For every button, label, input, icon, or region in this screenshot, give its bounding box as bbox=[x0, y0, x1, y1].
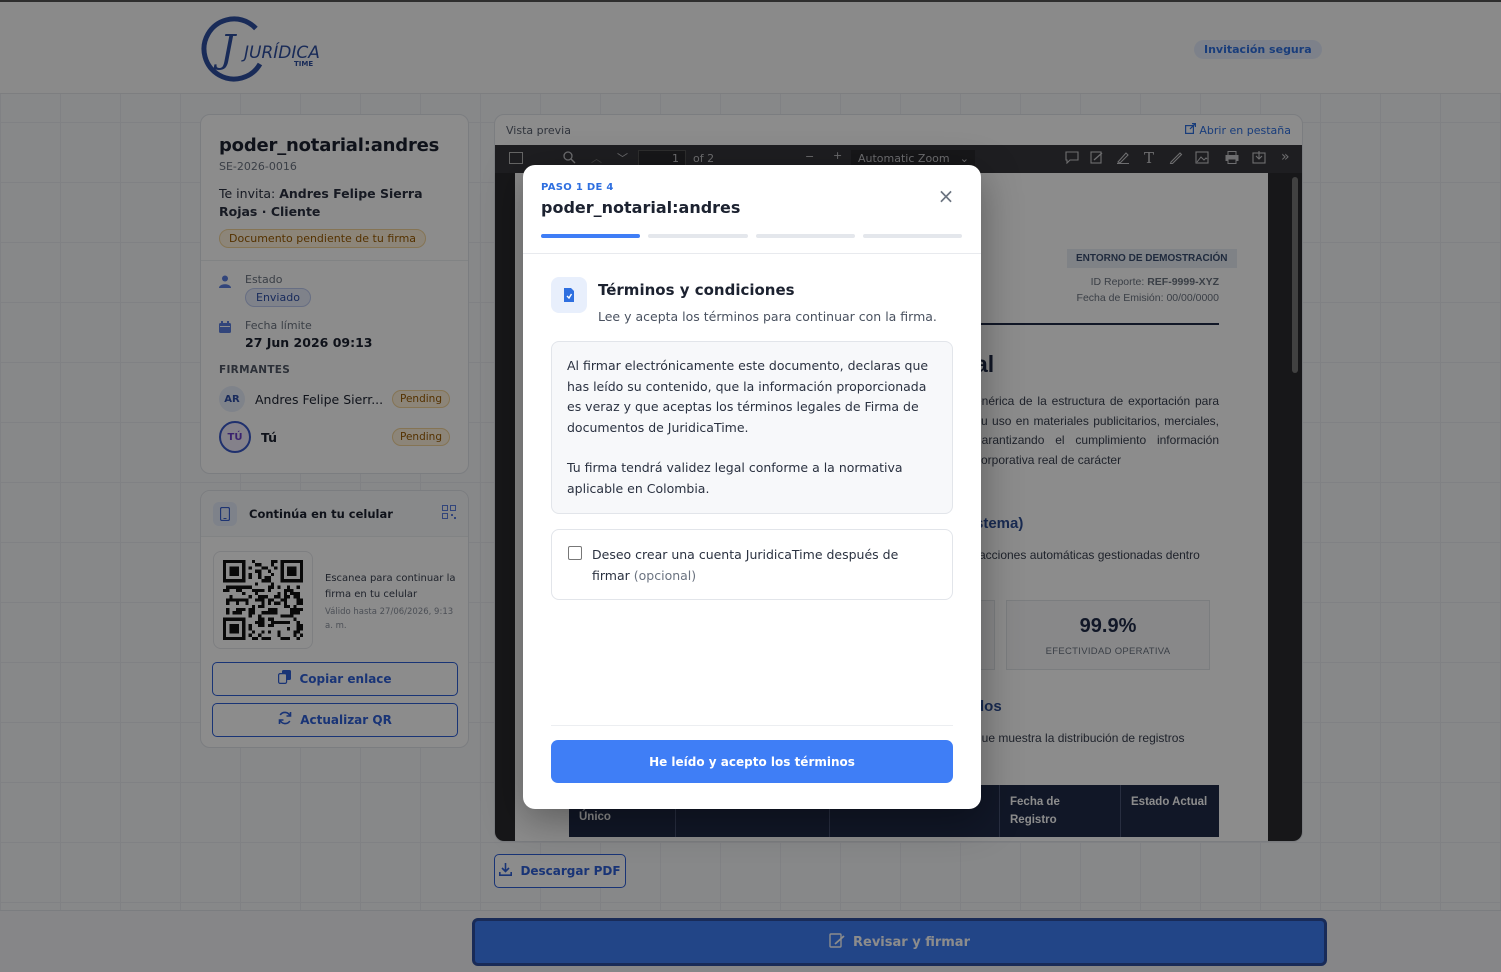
terms-text-box: Al firmar electrónicamente este document… bbox=[551, 341, 953, 514]
close-icon[interactable]: × bbox=[935, 185, 957, 207]
create-account-option[interactable]: Deseo crear una cuenta JuridicaTime desp… bbox=[551, 529, 953, 600]
modal-title: poder_notarial:andres bbox=[541, 198, 741, 217]
terms-title: Términos y condiciones bbox=[598, 281, 795, 299]
create-account-label: Deseo crear una cuenta JuridicaTime desp… bbox=[592, 545, 937, 586]
step-indicator: PASO 1 DE 4 bbox=[541, 182, 614, 193]
accept-terms-button[interactable]: He leído y acepto los términos bbox=[551, 740, 953, 783]
divider bbox=[551, 725, 953, 726]
document-icon bbox=[551, 277, 587, 313]
terms-subtitle: Lee y acepta los términos para continuar… bbox=[598, 309, 937, 324]
progress-segment bbox=[862, 234, 962, 238]
progress-segment bbox=[541, 234, 641, 238]
terms-paragraph: Al firmar electrónicamente este document… bbox=[567, 358, 929, 435]
progress-segment bbox=[755, 234, 855, 238]
optional-label: (opcional) bbox=[633, 567, 697, 583]
progress-segment bbox=[648, 234, 748, 238]
step-progress bbox=[541, 234, 962, 238]
terms-paragraph: Tu firma tendrá validez legal conforme a… bbox=[567, 460, 903, 496]
divider bbox=[523, 253, 981, 254]
terms-modal: PASO 1 DE 4 poder_notarial:andres × Térm… bbox=[523, 165, 981, 809]
create-account-checkbox[interactable] bbox=[568, 546, 582, 560]
